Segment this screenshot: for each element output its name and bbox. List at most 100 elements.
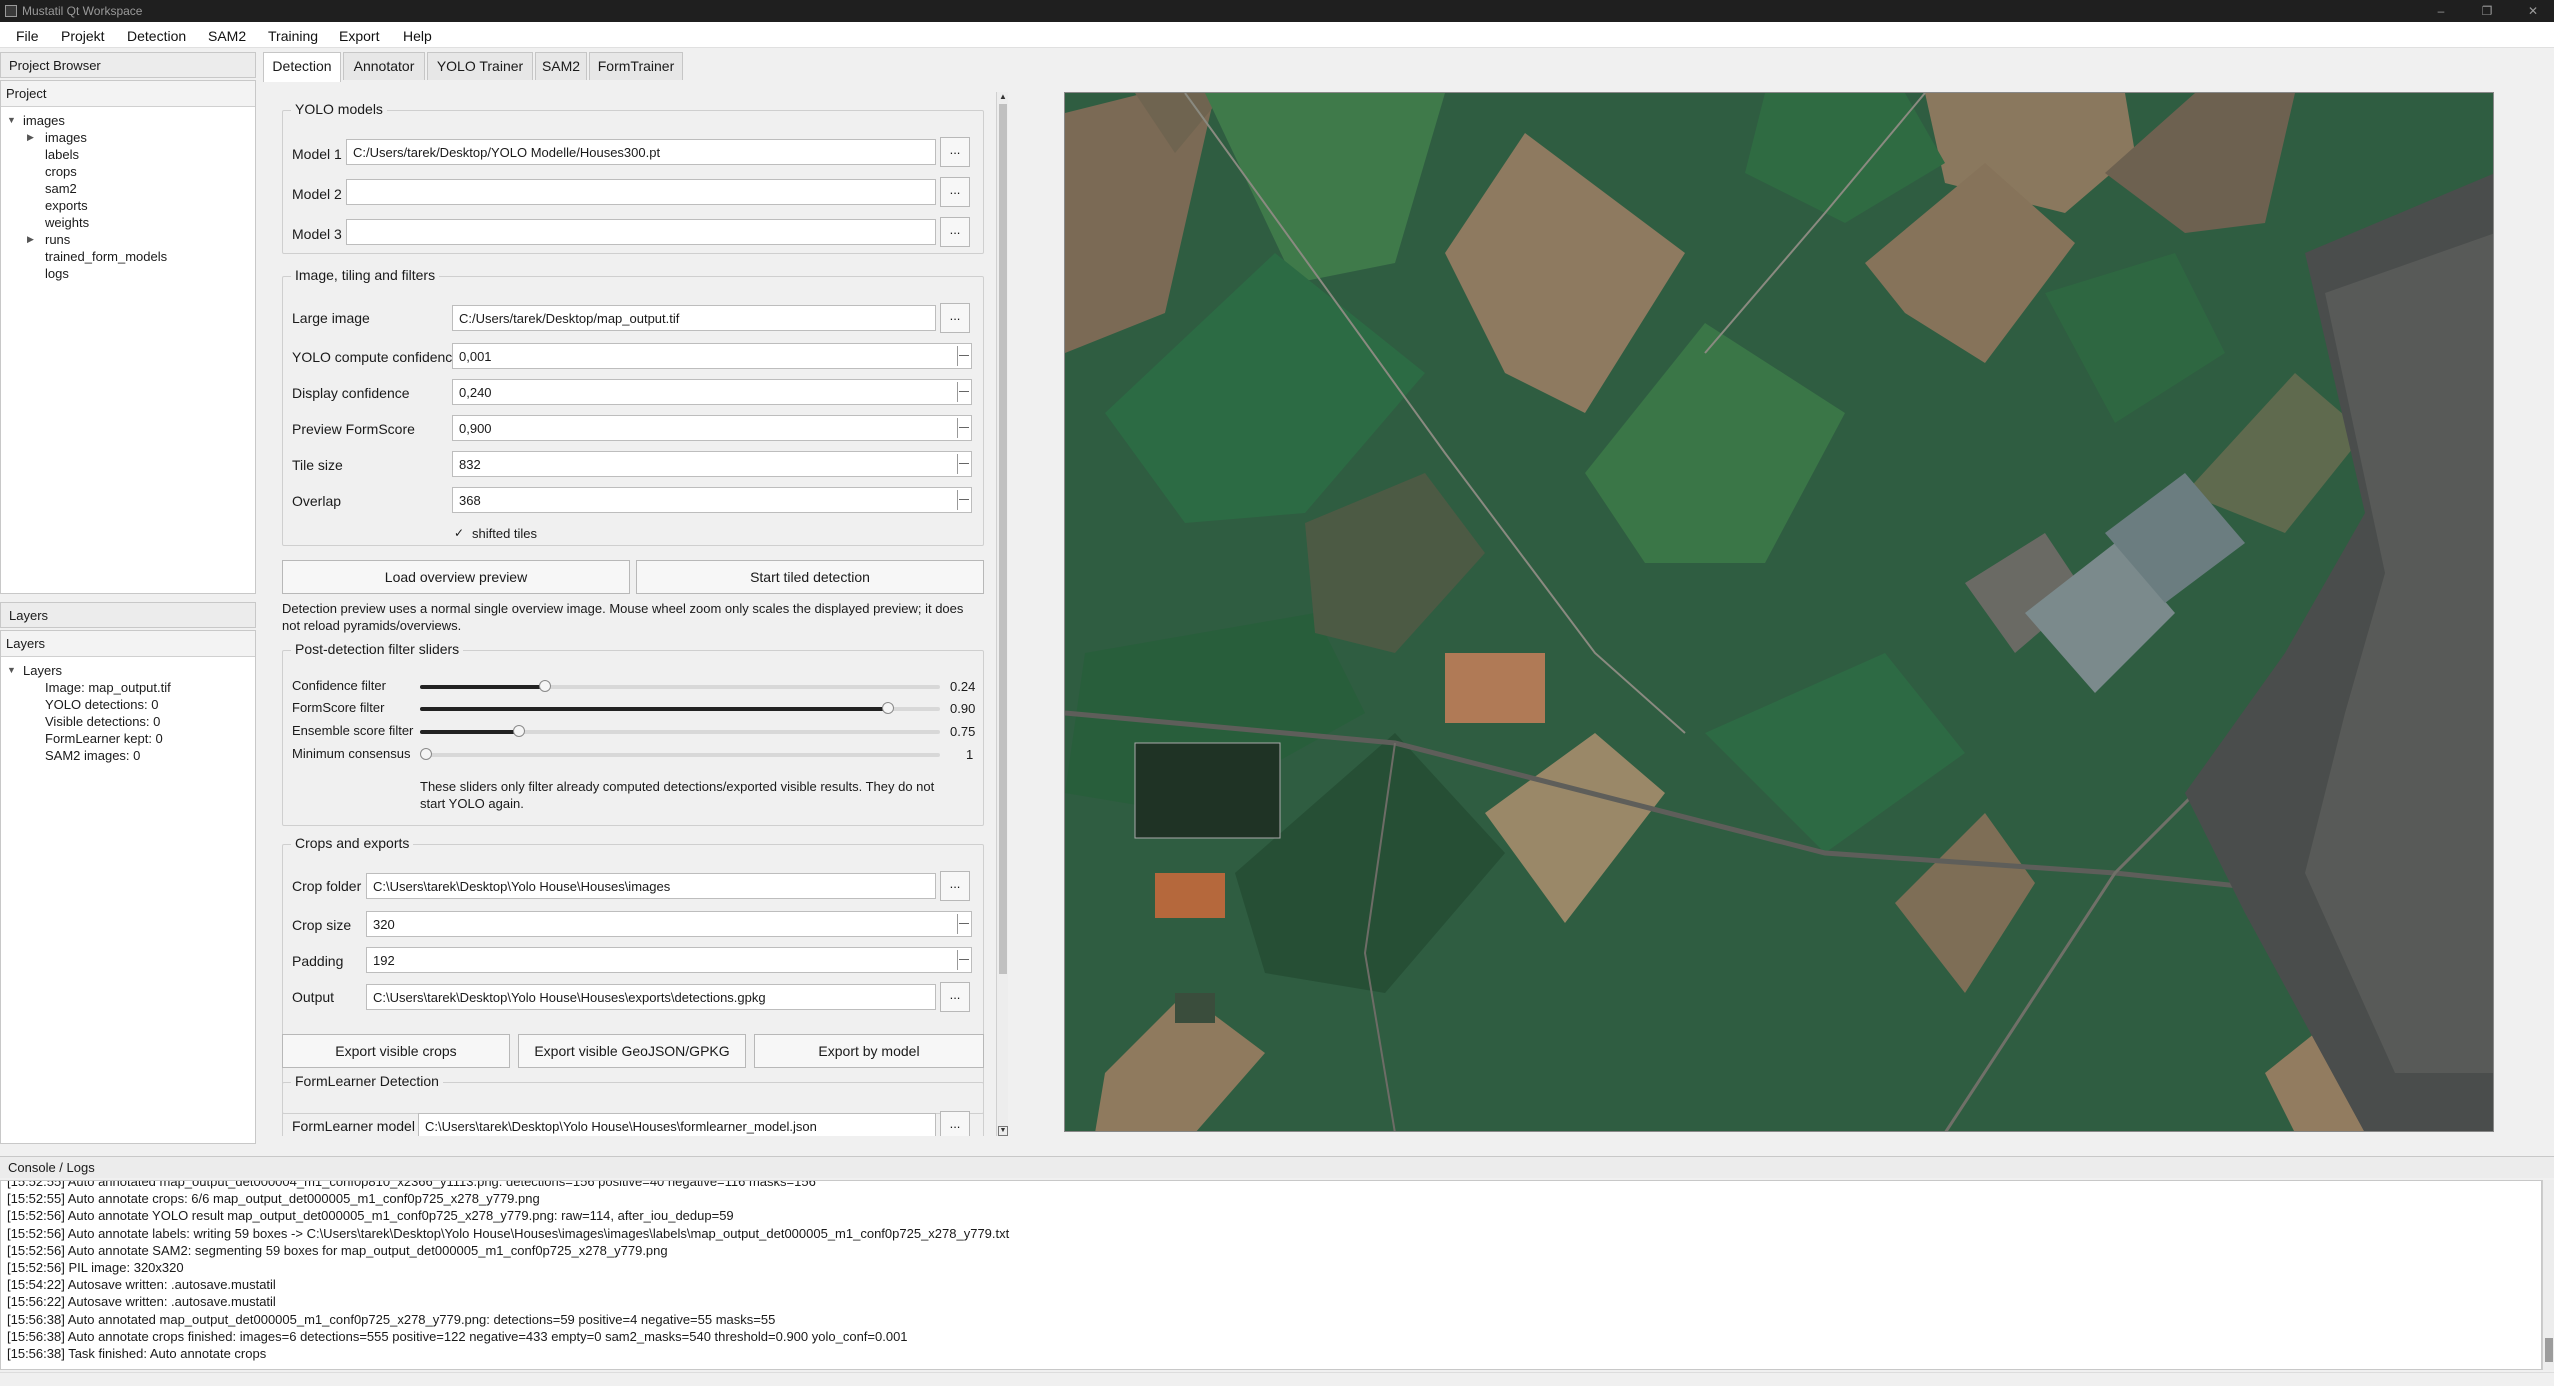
spin-arrows-icon[interactable] bbox=[957, 382, 969, 402]
spin-arrows-icon[interactable] bbox=[957, 490, 969, 510]
formscore-spinbox[interactable]: 0,900 bbox=[452, 415, 972, 441]
formscore-filter-slider[interactable] bbox=[420, 702, 940, 714]
close-icon[interactable]: ✕ bbox=[2510, 0, 2554, 22]
spin-arrows-icon[interactable] bbox=[957, 418, 969, 438]
min-consensus-slider[interactable] bbox=[420, 748, 940, 760]
menu-help[interactable]: Help bbox=[403, 28, 432, 44]
tab-yolo-trainer[interactable]: YOLO Trainer bbox=[427, 52, 533, 80]
menu-sam2[interactable]: SAM2 bbox=[208, 28, 246, 44]
console-title[interactable]: Console / Logs bbox=[0, 1156, 2554, 1178]
layer-item-image[interactable]: Image: map_output.tif bbox=[45, 680, 171, 695]
crop-size-spinbox[interactable]: 320 bbox=[366, 911, 972, 937]
tree-item-images-root[interactable]: images bbox=[23, 113, 65, 128]
formlearner-title: FormLearner Detection bbox=[291, 1073, 443, 1089]
tree-item-images[interactable]: images bbox=[45, 130, 87, 145]
layer-item-visible[interactable]: Visible detections: 0 bbox=[45, 714, 160, 729]
compute-conf-spinbox[interactable]: 0,001 bbox=[452, 343, 972, 369]
tree-item-logs[interactable]: logs bbox=[45, 266, 69, 281]
slider-handle[interactable] bbox=[513, 725, 525, 737]
large-image-browse-button[interactable]: ... bbox=[940, 303, 970, 333]
tree-item-runs[interactable]: runs bbox=[45, 232, 70, 247]
tab-sam2[interactable]: SAM2 bbox=[535, 52, 587, 80]
layer-item-sam2[interactable]: SAM2 images: 0 bbox=[45, 748, 140, 763]
output-path-input[interactable]: C:\Users\tarek\Desktop\Yolo House\Houses… bbox=[366, 984, 936, 1010]
export-geojson-button[interactable]: Export visible GeoJSON/GPKG bbox=[518, 1034, 746, 1068]
large-image-input[interactable]: C:/Users/tarek/Desktop/map_output.tif bbox=[452, 305, 936, 331]
expand-arrow-icon[interactable]: ▼ bbox=[7, 115, 16, 125]
aerial-image[interactable] bbox=[1065, 93, 2494, 1132]
tab-detection[interactable]: Detection bbox=[263, 52, 341, 82]
maximize-icon[interactable]: ❐ bbox=[2464, 0, 2510, 22]
slider-handle[interactable] bbox=[882, 702, 894, 714]
console-scrollbar[interactable] bbox=[2542, 1180, 2554, 1370]
confidence-filter-value: 0.24 bbox=[950, 679, 976, 694]
tree-item-crops[interactable]: crops bbox=[45, 164, 77, 179]
tree-item-sam2[interactable]: sam2 bbox=[45, 181, 77, 196]
model3-path-input[interactable] bbox=[346, 219, 936, 245]
crop-folder-browse-button[interactable]: ... bbox=[940, 871, 970, 901]
menu-export[interactable]: Export bbox=[339, 28, 379, 44]
output-browse-button[interactable]: ... bbox=[940, 982, 970, 1012]
scrollbar-thumb[interactable] bbox=[999, 104, 1007, 974]
model1-path-input[interactable]: C:/Users/tarek/Desktop/YOLO Modelle/Hous… bbox=[346, 139, 936, 165]
log-line: [15:52:56] Auto annotate SAM2: segmentin… bbox=[7, 1242, 668, 1258]
layers-tree-header[interactable]: Layers bbox=[1, 631, 255, 657]
model3-browse-button[interactable]: ... bbox=[940, 217, 970, 247]
collapse-arrow-icon[interactable]: ▶ bbox=[27, 234, 34, 245]
tree-item-trained-form-models[interactable]: trained_form_models bbox=[45, 249, 167, 264]
menu-file[interactable]: File bbox=[16, 28, 39, 44]
load-preview-button[interactable]: Load overview preview bbox=[282, 560, 630, 594]
layer-item-yolo[interactable]: YOLO detections: 0 bbox=[45, 697, 158, 712]
collapse-arrow-icon[interactable]: ▶ bbox=[27, 132, 34, 143]
settings-scrollbar[interactable]: ▲ ▼ bbox=[996, 92, 1008, 1136]
formlearner-model-input[interactable]: C:\Users\tarek\Desktop\Yolo House\Houses… bbox=[418, 1113, 936, 1136]
tree-item-weights[interactable]: weights bbox=[45, 215, 89, 230]
scrollbar-thumb[interactable] bbox=[2545, 1338, 2553, 1362]
model2-path-input[interactable] bbox=[346, 179, 936, 205]
layers-dock-title[interactable]: Layers bbox=[0, 602, 256, 628]
model2-browse-button[interactable]: ... bbox=[940, 177, 970, 207]
export-by-model-button[interactable]: Export by model bbox=[754, 1034, 984, 1068]
project-tree[interactable]: Project ▼ images ▶ images labels crops s… bbox=[0, 80, 256, 594]
shifted-tiles-checkbox[interactable]: ✓ bbox=[454, 526, 464, 540]
padding-spinbox[interactable]: 192 bbox=[366, 947, 972, 973]
formscore-value: 0,900 bbox=[459, 421, 492, 436]
start-detection-button[interactable]: Start tiled detection bbox=[636, 560, 984, 594]
formlearner-browse-button[interactable]: ... bbox=[940, 1111, 970, 1136]
tree-item-layers-root[interactable]: Layers bbox=[23, 663, 62, 678]
map-preview[interactable] bbox=[1064, 92, 2494, 1132]
crop-folder-input[interactable]: C:\Users\tarek\Desktop\Yolo House\Houses… bbox=[366, 873, 936, 899]
menu-detection[interactable]: Detection bbox=[127, 28, 186, 44]
expand-arrow-icon[interactable]: ▼ bbox=[7, 665, 16, 675]
tab-annotator[interactable]: Annotator bbox=[343, 52, 425, 80]
confidence-filter-slider[interactable] bbox=[420, 680, 940, 692]
detection-settings-panel[interactable]: YOLO models Model 1 C:/Users/tarek/Deskt… bbox=[272, 92, 1008, 1136]
project-tree-header[interactable]: Project bbox=[1, 81, 255, 107]
spin-arrows-icon[interactable] bbox=[957, 346, 969, 366]
menu-projekt[interactable]: Projekt bbox=[61, 28, 105, 44]
layer-item-formlearner[interactable]: FormLearner kept: 0 bbox=[45, 731, 163, 746]
tab-formtrainer[interactable]: FormTrainer bbox=[589, 52, 683, 80]
display-conf-spinbox[interactable]: 0,240 bbox=[452, 379, 972, 405]
console-log[interactable]: [15:52:55] Auto annotated map_output_det… bbox=[0, 1180, 2542, 1370]
spin-arrows-icon[interactable] bbox=[957, 914, 969, 934]
tree-item-labels[interactable]: labels bbox=[45, 147, 79, 162]
spin-arrows-icon[interactable] bbox=[957, 454, 969, 474]
model1-browse-button[interactable]: ... bbox=[940, 137, 970, 167]
spin-arrows-icon[interactable] bbox=[957, 950, 969, 970]
scroll-up-icon[interactable]: ▲ bbox=[998, 92, 1008, 102]
shifted-tiles-label[interactable]: shifted tiles bbox=[472, 526, 537, 541]
yolo-models-title: YOLO models bbox=[291, 101, 387, 117]
slider-handle[interactable] bbox=[420, 748, 432, 760]
export-crops-button[interactable]: Export visible crops bbox=[282, 1034, 510, 1068]
tree-item-exports[interactable]: exports bbox=[45, 198, 88, 213]
tile-size-spinbox[interactable]: 832 bbox=[452, 451, 972, 477]
overlap-spinbox[interactable]: 368 bbox=[452, 487, 972, 513]
slider-handle[interactable] bbox=[539, 680, 551, 692]
layers-tree[interactable]: Layers ▼ Layers Image: map_output.tif YO… bbox=[0, 630, 256, 1144]
project-browser-title[interactable]: Project Browser bbox=[0, 52, 256, 78]
minimize-icon[interactable]: – bbox=[2418, 0, 2464, 22]
scroll-down-icon[interactable]: ▼ bbox=[998, 1126, 1008, 1136]
ensemble-filter-slider[interactable] bbox=[420, 725, 940, 737]
menu-training[interactable]: Training bbox=[268, 28, 318, 44]
